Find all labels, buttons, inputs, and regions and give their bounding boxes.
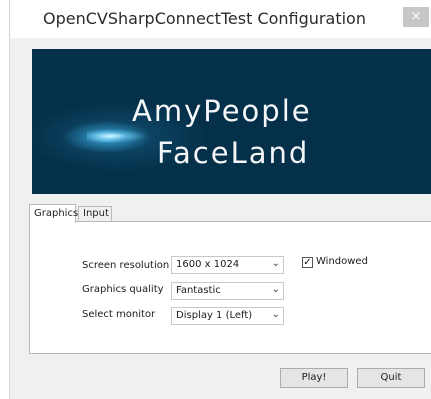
close-icon: × (410, 9, 422, 24)
screen-resolution-select[interactable]: 1600 x 1024 ⌄ (171, 256, 284, 274)
chevron-down-icon: ⌄ (271, 284, 280, 295)
select-monitor-select[interactable]: Display 1 (Left) ⌄ (171, 307, 284, 325)
select-monitor-value: Display 1 (Left) (176, 310, 253, 321)
tab-graphics[interactable]: Graphics (29, 204, 78, 223)
config-window: OpenCVSharpConnectTest Configuration × A… (9, 0, 431, 399)
windowed-checkbox[interactable]: ✓ (302, 257, 313, 268)
banner-image: AmyPeople FaceLand (32, 49, 431, 194)
close-button[interactable]: × (403, 7, 429, 27)
banner-title-line2: FaceLand (157, 136, 310, 170)
tab-input[interactable]: Input (78, 206, 112, 222)
screen-resolution-label: Screen resolution (82, 260, 170, 271)
chevron-down-icon: ⌄ (271, 258, 280, 269)
glow-spark (87, 129, 147, 143)
window-title: OpenCVSharpConnectTest Configuration (43, 9, 366, 28)
title-bar[interactable]: OpenCVSharpConnectTest Configuration × (10, 0, 431, 38)
windowed-label[interactable]: Windowed (316, 256, 368, 267)
chevron-down-icon: ⌄ (271, 309, 280, 320)
graphics-quality-select[interactable]: Fantastic ⌄ (171, 282, 284, 300)
graphics-quality-value: Fantastic (176, 285, 221, 296)
quit-button[interactable]: Quit (357, 368, 425, 388)
screen-resolution-value: 1600 x 1024 (176, 259, 240, 270)
select-monitor-label: Select monitor (82, 309, 156, 320)
graphics-quality-label: Graphics quality (82, 284, 164, 295)
checkmark-icon: ✓ (303, 257, 312, 268)
banner-title-line1: AmyPeople (132, 94, 312, 128)
play-button[interactable]: Play! (280, 368, 348, 388)
graphics-panel: Screen resolution 1600 x 1024 ⌄ ✓ Window… (29, 221, 431, 354)
